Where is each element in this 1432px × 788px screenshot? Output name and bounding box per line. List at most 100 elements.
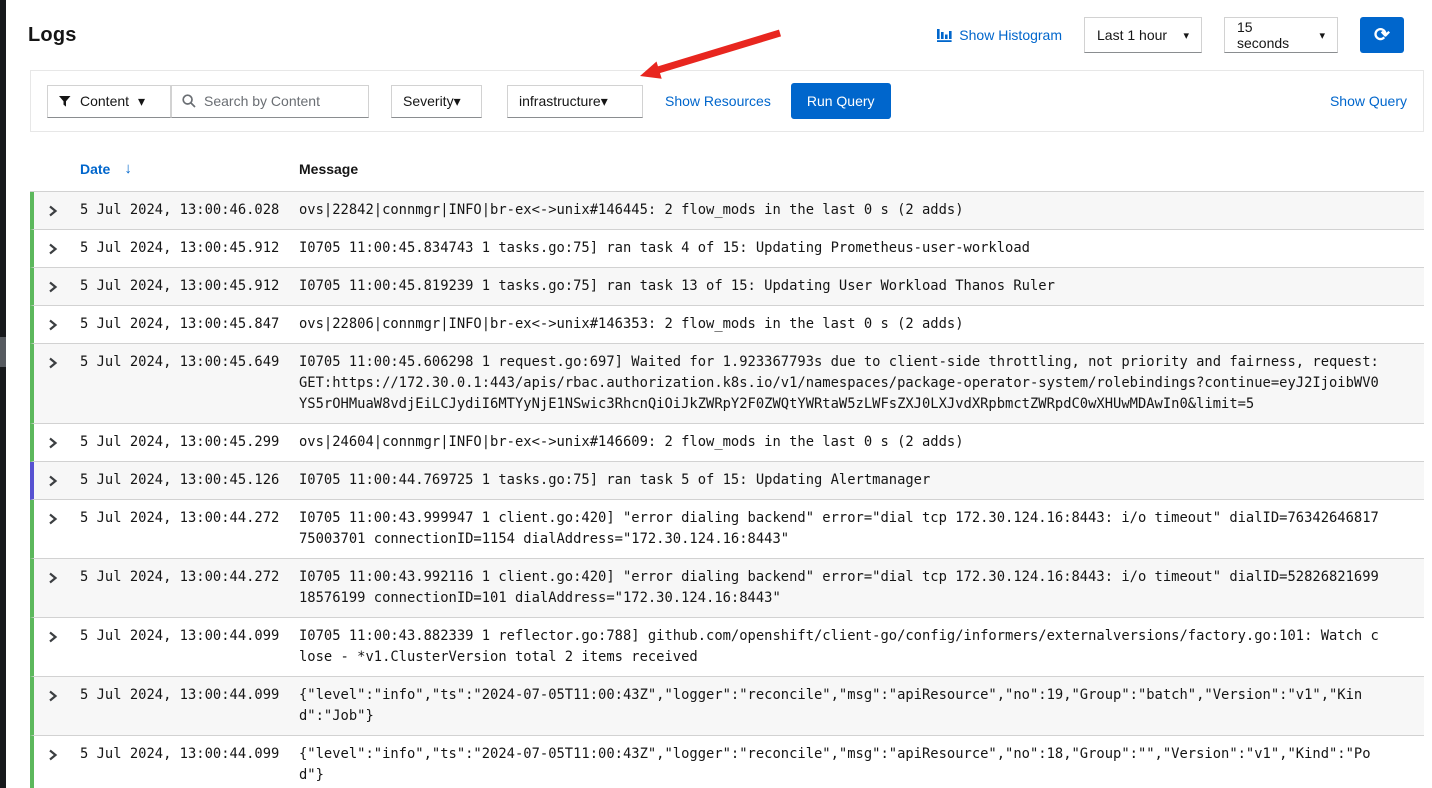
attribute-filter-label: Content xyxy=(80,93,129,109)
log-message: I0705 11:00:43.882339 1 reflector.go:788… xyxy=(299,626,1424,668)
log-date: 5 Jul 2024, 13:00:44.099 xyxy=(80,744,299,786)
severity-filter-select[interactable]: Severity ▾ xyxy=(391,85,482,118)
date-column-header[interactable]: Date ↓ xyxy=(80,160,299,177)
chevron-right-icon xyxy=(47,280,80,294)
histogram-icon xyxy=(937,28,952,42)
log-row: 5 Jul 2024, 13:00:45.649 I0705 11:00:45.… xyxy=(30,344,1424,424)
log-message: I0705 11:00:45.606298 1 request.go:697] … xyxy=(299,352,1424,415)
show-histogram-link[interactable]: Show Histogram xyxy=(937,27,1062,43)
log-message: I0705 11:00:45.834743 1 tasks.go:75] ran… xyxy=(299,238,1424,259)
row-expand-button[interactable] xyxy=(34,567,80,609)
page-title: Logs xyxy=(28,24,77,47)
row-expand-button[interactable] xyxy=(34,470,80,491)
log-date: 5 Jul 2024, 13:00:45.299 xyxy=(80,432,299,453)
log-message: ovs|22806|connmgr|INFO|br-ex<->unix#1463… xyxy=(299,314,1424,335)
log-row: 5 Jul 2024, 13:00:45.847 ovs|22806|connm… xyxy=(30,306,1424,344)
row-expand-button[interactable] xyxy=(34,352,80,415)
chevron-right-icon xyxy=(47,512,80,526)
scrollbar-thumb[interactable] xyxy=(0,337,6,367)
log-date: 5 Jul 2024, 13:00:44.099 xyxy=(80,626,299,668)
chevron-right-icon xyxy=(47,571,80,585)
log-date: 5 Jul 2024, 13:00:45.912 xyxy=(80,238,299,259)
log-date: 5 Jul 2024, 13:00:44.272 xyxy=(80,567,299,609)
tenant-select-value: infrastructure xyxy=(519,93,601,109)
log-row: 5 Jul 2024, 13:00:44.272 I0705 11:00:43.… xyxy=(30,559,1424,618)
log-message: ovs|24604|connmgr|INFO|br-ex<->unix#1466… xyxy=(299,432,1424,453)
time-range-value: Last 1 hour xyxy=(1097,27,1167,43)
row-expand-button[interactable] xyxy=(34,200,80,221)
row-expand-button[interactable] xyxy=(34,626,80,668)
caret-down-icon: ▾ xyxy=(1319,29,1325,42)
chevron-right-icon xyxy=(47,204,80,218)
chevron-right-icon xyxy=(47,748,80,762)
refresh-icon: ⟳ xyxy=(1374,24,1390,47)
filter-toolbar: Content ▾ Severity ▾ infrastructure ▾ Sh… xyxy=(30,70,1424,132)
log-date: 5 Jul 2024, 13:00:46.028 xyxy=(80,200,299,221)
search-icon xyxy=(182,94,196,108)
caret-down-icon: ▾ xyxy=(138,93,145,110)
log-table: Date ↓ Message 5 Jul 2024, 13:00:46.028 … xyxy=(30,132,1424,788)
chevron-right-icon xyxy=(47,474,80,488)
chevron-right-icon xyxy=(47,318,80,332)
log-message: {"level":"info","ts":"2024-07-05T11:00:4… xyxy=(299,744,1424,786)
attribute-filter-select[interactable]: Content ▾ xyxy=(47,85,171,118)
refresh-button[interactable]: ⟳ xyxy=(1360,17,1404,53)
log-message: I0705 11:00:44.769725 1 tasks.go:75] ran… xyxy=(299,470,1424,491)
log-row: 5 Jul 2024, 13:00:45.912 I0705 11:00:45.… xyxy=(30,230,1424,268)
chevron-right-icon xyxy=(47,689,80,703)
caret-down-icon: ▾ xyxy=(601,93,608,110)
caret-down-icon: ▾ xyxy=(1183,29,1189,42)
page-header: Logs Show Histogram Last 1 hour ▾ 15 sec… xyxy=(0,0,1432,70)
header-controls: Show Histogram Last 1 hour ▾ 15 seconds … xyxy=(937,17,1404,53)
log-row: 5 Jul 2024, 13:00:46.028 ovs|22842|connm… xyxy=(30,192,1424,230)
table-header-row: Date ↓ Message xyxy=(30,132,1424,192)
log-date: 5 Jul 2024, 13:00:44.099 xyxy=(80,685,299,727)
log-date: 5 Jul 2024, 13:00:45.912 xyxy=(80,276,299,297)
log-row: 5 Jul 2024, 13:00:45.299 ovs|24604|connm… xyxy=(30,424,1424,462)
message-column-header: Message xyxy=(299,161,358,177)
chevron-right-icon xyxy=(47,436,80,450)
tenant-select[interactable]: infrastructure ▾ xyxy=(507,85,643,118)
row-expand-button[interactable] xyxy=(34,744,80,786)
chevron-right-icon xyxy=(47,242,80,256)
row-expand-button[interactable] xyxy=(34,276,80,297)
log-date: 5 Jul 2024, 13:00:45.126 xyxy=(80,470,299,491)
row-expand-button[interactable] xyxy=(34,508,80,550)
show-resources-link[interactable]: Show Resources xyxy=(665,93,771,109)
log-message: I0705 11:00:45.819239 1 tasks.go:75] ran… xyxy=(299,276,1424,297)
refresh-interval-select[interactable]: 15 seconds ▾ xyxy=(1224,17,1338,53)
chevron-right-icon xyxy=(47,630,80,644)
show-histogram-label: Show Histogram xyxy=(959,27,1062,43)
log-date: 5 Jul 2024, 13:00:45.847 xyxy=(80,314,299,335)
log-message: I0705 11:00:43.992116 1 client.go:420] "… xyxy=(299,567,1424,609)
row-expand-button[interactable] xyxy=(34,238,80,259)
content-search xyxy=(171,85,369,118)
log-row: 5 Jul 2024, 13:00:44.099 {"level":"info"… xyxy=(30,736,1424,788)
sort-descending-icon: ↓ xyxy=(124,160,132,177)
log-row: 5 Jul 2024, 13:00:45.126 I0705 11:00:44.… xyxy=(30,462,1424,500)
left-scrollbar[interactable] xyxy=(0,0,6,788)
severity-filter-label: Severity xyxy=(403,93,454,109)
show-query-link[interactable]: Show Query xyxy=(1330,93,1407,109)
log-message: {"level":"info","ts":"2024-07-05T11:00:4… xyxy=(299,685,1424,727)
row-expand-button[interactable] xyxy=(34,314,80,335)
log-row: 5 Jul 2024, 13:00:44.272 I0705 11:00:43.… xyxy=(30,500,1424,559)
run-query-button[interactable]: Run Query xyxy=(791,83,891,119)
row-expand-button[interactable] xyxy=(34,432,80,453)
chevron-right-icon xyxy=(47,356,80,370)
time-range-select[interactable]: Last 1 hour ▾ xyxy=(1084,17,1202,53)
log-message: I0705 11:00:43.999947 1 client.go:420] "… xyxy=(299,508,1424,550)
row-expand-button[interactable] xyxy=(34,685,80,727)
table-body: 5 Jul 2024, 13:00:46.028 ovs|22842|connm… xyxy=(30,192,1424,788)
log-message: ovs|22842|connmgr|INFO|br-ex<->unix#1464… xyxy=(299,200,1424,221)
log-row: 5 Jul 2024, 13:00:44.099 {"level":"info"… xyxy=(30,677,1424,736)
log-row: 5 Jul 2024, 13:00:44.099 I0705 11:00:43.… xyxy=(30,618,1424,677)
date-column-label: Date xyxy=(80,161,110,177)
caret-down-icon: ▾ xyxy=(454,93,461,110)
log-date: 5 Jul 2024, 13:00:44.272 xyxy=(80,508,299,550)
refresh-interval-value: 15 seconds xyxy=(1237,19,1307,51)
log-row: 5 Jul 2024, 13:00:45.912 I0705 11:00:45.… xyxy=(30,268,1424,306)
log-date: 5 Jul 2024, 13:00:45.649 xyxy=(80,352,299,415)
filter-icon xyxy=(59,96,71,107)
search-input[interactable] xyxy=(204,93,358,109)
